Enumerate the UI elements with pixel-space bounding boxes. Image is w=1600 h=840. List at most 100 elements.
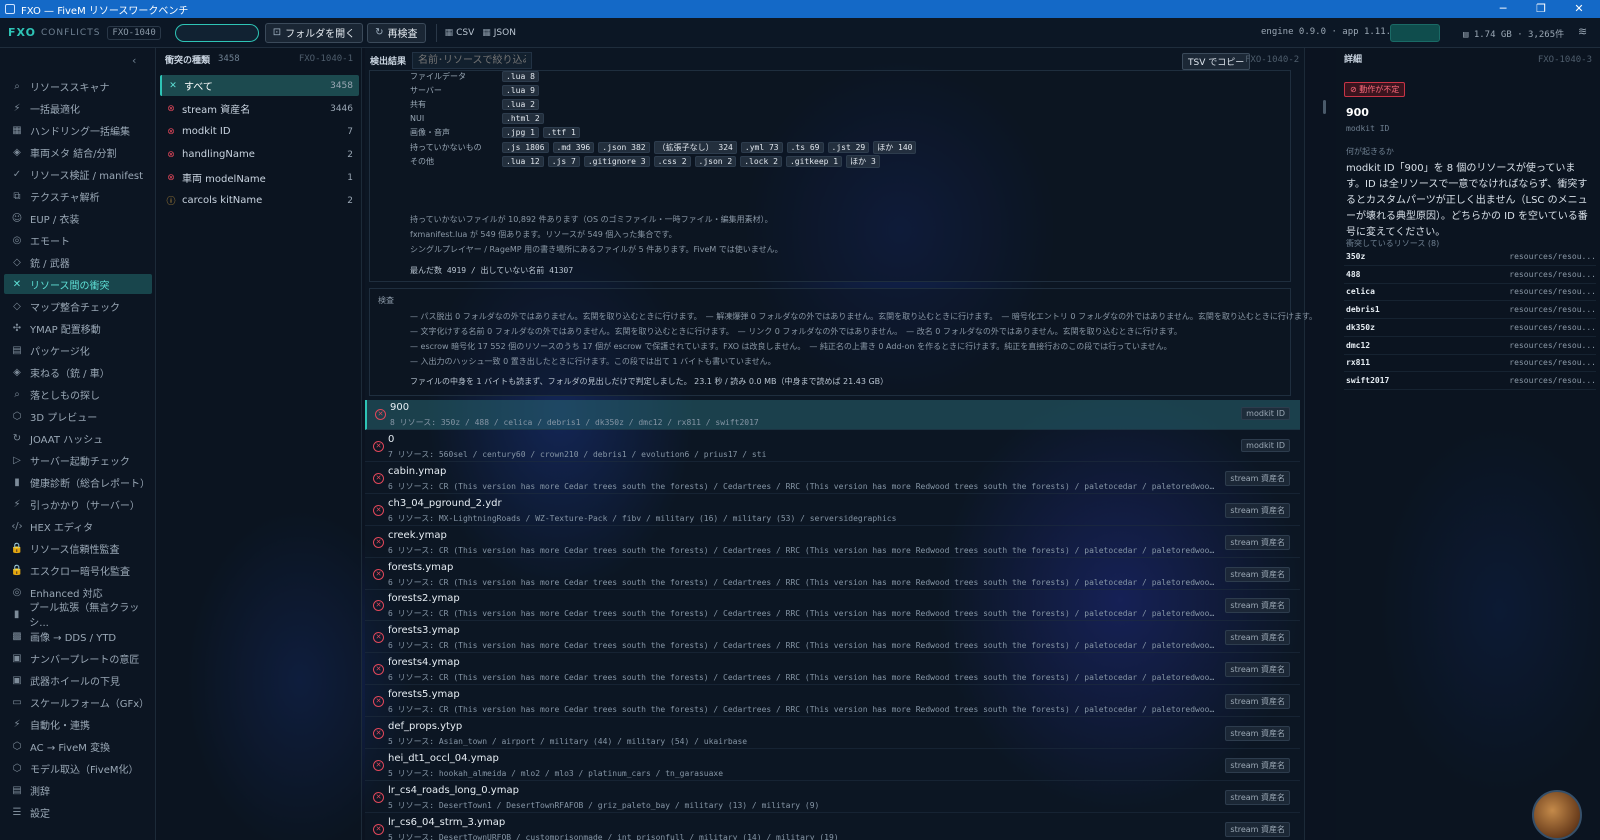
avatar[interactable]: [1532, 790, 1582, 840]
sidebar-item-icon: ▣: [12, 674, 22, 686]
open-folder-button[interactable]: ⊡ フォルダを開く: [264, 22, 364, 43]
export-json-button[interactable]: ▦ JSON: [482, 28, 516, 38]
category-item[interactable]: ⓘ carcols kitName 2: [160, 190, 359, 211]
sidebar-item-label: ナンバープレートの意匠: [30, 654, 140, 666]
result-row[interactable]: ✕ forests4.ymap 6 リソース: CR (This version h…: [365, 655, 1300, 686]
result-row[interactable]: ✕ forests3.ymap 6 リソース: CR (This version h…: [365, 623, 1300, 654]
resource-row[interactable]: rx811 resources/resou...: [1344, 354, 1596, 373]
sidebar-item-label: 測辞: [30, 786, 50, 798]
close-button[interactable]: ✕: [1559, 0, 1599, 18]
category-label: carcols kitName: [182, 195, 263, 206]
sidebar-item[interactable]: 🔒 リソース信頼性監査: [4, 538, 152, 558]
extension-category: ファイルデータ: [410, 72, 466, 81]
result-row[interactable]: ✕ ch3_04_pground_2.ydr 6 リソース: MX-Lightnin…: [365, 496, 1300, 526]
category-item[interactable]: ⊗ stream 資産名 3446: [160, 98, 359, 119]
sidebar-item[interactable]: ↻ JOAAT ハッシュ: [4, 428, 152, 448]
sidebar-item[interactable]: ▭ スケールフォーム（GFx）: [4, 692, 152, 712]
sidebar-item[interactable]: ◇ マップ整合チェック: [4, 296, 152, 316]
sidebar-item[interactable]: ▤ パッケージ化: [4, 340, 152, 360]
result-row[interactable]: ✕ 0 7 リソース: 560sel / century60 / crown210 …: [365, 432, 1300, 462]
sidebar-item[interactable]: ▮ プール拡張（無言クラッシ...: [4, 603, 152, 629]
result-name: lr_cs4_roads_long_0.ymap: [388, 784, 519, 796]
sidebar: ‹ ⌕ リソーススキャナ ⚡ 一括最適化 ▦ ハンドリング一括編集 ◈ 車両メタ 結合/分割 ✓…: [0, 48, 156, 840]
result-row[interactable]: ✕ 900 8 リソース: 350z / 488 / celica / debris…: [365, 400, 1300, 430]
resource-row[interactable]: swift2017 resources/resou...: [1344, 372, 1596, 390]
sidebar-item[interactable]: ⬡ AC → FiveM 変換: [4, 736, 152, 756]
sidebar-item[interactable]: ☰ 設定: [4, 802, 152, 822]
collapse-sidebar-icon[interactable]: ‹: [132, 54, 136, 67]
sidebar-item[interactable]: ⌕ 落としもの探し: [4, 384, 152, 404]
minimize-button[interactable]: ─: [1483, 0, 1523, 18]
sidebar-item[interactable]: ✕ リソース間の衝突: [4, 274, 152, 294]
category-item[interactable]: ⊗ modkit ID 7: [160, 121, 359, 142]
resource-row[interactable]: debris1 resources/resou...: [1344, 301, 1596, 320]
sidebar-item[interactable]: ✓ リソース検証 / manifest: [4, 164, 152, 184]
sidebar-item[interactable]: ◈ 束ねる（銃 / 車）: [4, 362, 152, 382]
result-row[interactable]: ✕ def_props.ytyp 5 リソース: Asian_town / airp…: [365, 719, 1300, 749]
resource-name: dk350z: [1346, 322, 1375, 332]
sidebar-item[interactable]: ⚡ 一括最適化: [4, 98, 152, 118]
sidebar-item[interactable]: ◎ エモート: [4, 230, 152, 250]
resource-row[interactable]: 488 resources/resou...: [1344, 266, 1596, 284]
resource-row[interactable]: 350z resources/resou...: [1344, 248, 1596, 266]
settings-icon[interactable]: ≋: [1578, 25, 1587, 38]
sidebar-item[interactable]: ◈ 車両メタ 結合/分割: [4, 142, 152, 162]
scrollbar-thumb[interactable]: [1323, 100, 1326, 114]
sidebar-item[interactable]: ‹/› HEX エディタ: [4, 516, 152, 536]
result-row[interactable]: ✕ forests2.ymap 6 リソース: CR (This version h…: [365, 591, 1300, 622]
result-row[interactable]: ✕ creek.ymap 6 リソース: CR (This version has …: [365, 528, 1300, 558]
sidebar-item[interactable]: ▷ サーバー起動チェック: [4, 450, 152, 470]
sidebar-item[interactable]: ▣ 武器ホイールの下見: [4, 670, 152, 690]
copy-tsv-button[interactable]: TSV でコピー: [1182, 53, 1251, 70]
result-row[interactable]: ✕ lr_cs6_04_strm_3.ymap 5 リソース: DesertTown…: [365, 815, 1300, 840]
result-resources: 6 リソース: CR (This version has more Cedar …: [388, 481, 1218, 491]
maximize-button[interactable]: ❐: [1521, 0, 1561, 18]
sidebar-item[interactable]: ▩ 画像 → DDS / YTD: [4, 626, 152, 646]
sidebar-item-icon: ⚡: [13, 102, 21, 114]
filter-input[interactable]: [412, 51, 533, 69]
sidebar-item[interactable]: ✣ YMAP 配置移動: [4, 318, 152, 338]
resource-row[interactable]: dk350z resources/resou...: [1344, 319, 1596, 337]
sidebar-item[interactable]: ▣ ナンバープレートの意匠: [4, 648, 152, 668]
category-item[interactable]: ⊗ handlingName 2: [160, 144, 359, 165]
extension-chip: .js 7: [547, 156, 580, 167]
extension-chip: .md 396: [552, 142, 595, 153]
brand-subtitle: CONFLICTS: [40, 27, 101, 38]
global-search-input[interactable]: [174, 23, 259, 42]
resource-row[interactable]: celica resources/resou...: [1344, 283, 1596, 302]
extension-chip: .gitignore 3: [583, 156, 650, 167]
sidebar-item-icon: ↻: [12, 432, 22, 444]
sidebar-item[interactable]: ⬡ モデル取込（FiveM化）: [4, 758, 152, 778]
sidebar-item[interactable]: ▮ 健康診断（総合レポート）: [4, 472, 152, 492]
result-row[interactable]: ✕ lr_cs4_roads_long_0.ymap 5 リソース: DesertT…: [365, 783, 1300, 813]
rescan-button[interactable]: ↻ 再検査: [367, 22, 426, 43]
sidebar-item-label: リソース間の衝突: [30, 280, 110, 292]
sidebar-item[interactable]: ⬡ 3D プレビュー: [4, 406, 152, 426]
result-row[interactable]: ✕ forests5.ymap 6 リソース: CR (This version h…: [365, 687, 1300, 718]
sidebar-item[interactable]: ▤ 測辞: [4, 780, 152, 800]
error-icon: ⊗: [167, 149, 175, 160]
panel-count: 3458: [218, 54, 240, 64]
sidebar-item[interactable]: ☺ EUP / 衣装: [4, 208, 152, 228]
sidebar-item[interactable]: ⧉ テクスチャ解析: [4, 186, 152, 206]
extension-row: NUI .html 2: [410, 113, 548, 124]
export-csv-button[interactable]: ▦ CSV: [445, 28, 475, 38]
sidebar-item[interactable]: ▦ ハンドリング一括編集: [4, 120, 152, 140]
category-item[interactable]: ⊗ 車両 modelName 1: [160, 167, 359, 188]
result-type-badge: modkit ID: [1241, 438, 1290, 452]
extension-chip: .json 382: [598, 142, 650, 153]
sidebar-item[interactable]: ⚡ 自動化・連携: [4, 714, 152, 734]
category-item[interactable]: ✕ すべて 3458: [160, 75, 359, 96]
resource-row[interactable]: dmc12 resources/resou...: [1344, 337, 1596, 355]
result-resources: 5 リソース: hookah_almeida / mlo2 / mlo3 / p…: [388, 768, 724, 778]
resource-path: resources/resou...: [1509, 252, 1596, 261]
sidebar-item[interactable]: ◇ 銃 / 武器: [4, 252, 152, 272]
sidebar-item[interactable]: 🔒 エスクロー暗号化監査: [4, 560, 152, 580]
extension-chip: .lock 2: [740, 156, 782, 167]
result-row[interactable]: ✕ hei_dt1_occl_04.ymap 5 リソース: hookah_alme…: [365, 751, 1300, 781]
sidebar-item[interactable]: ⌕ リソーススキャナ: [4, 76, 152, 96]
result-row[interactable]: ✕ forests.ymap 6 リソース: CR (This version ha…: [365, 560, 1300, 590]
result-row[interactable]: ✕ cabin.ymap 6 リソース: CR (This version has …: [365, 464, 1300, 494]
sidebar-item[interactable]: ⚡ 引っかかり（サーバー）: [4, 494, 152, 514]
screen-code: FXO-1040: [107, 25, 161, 40]
